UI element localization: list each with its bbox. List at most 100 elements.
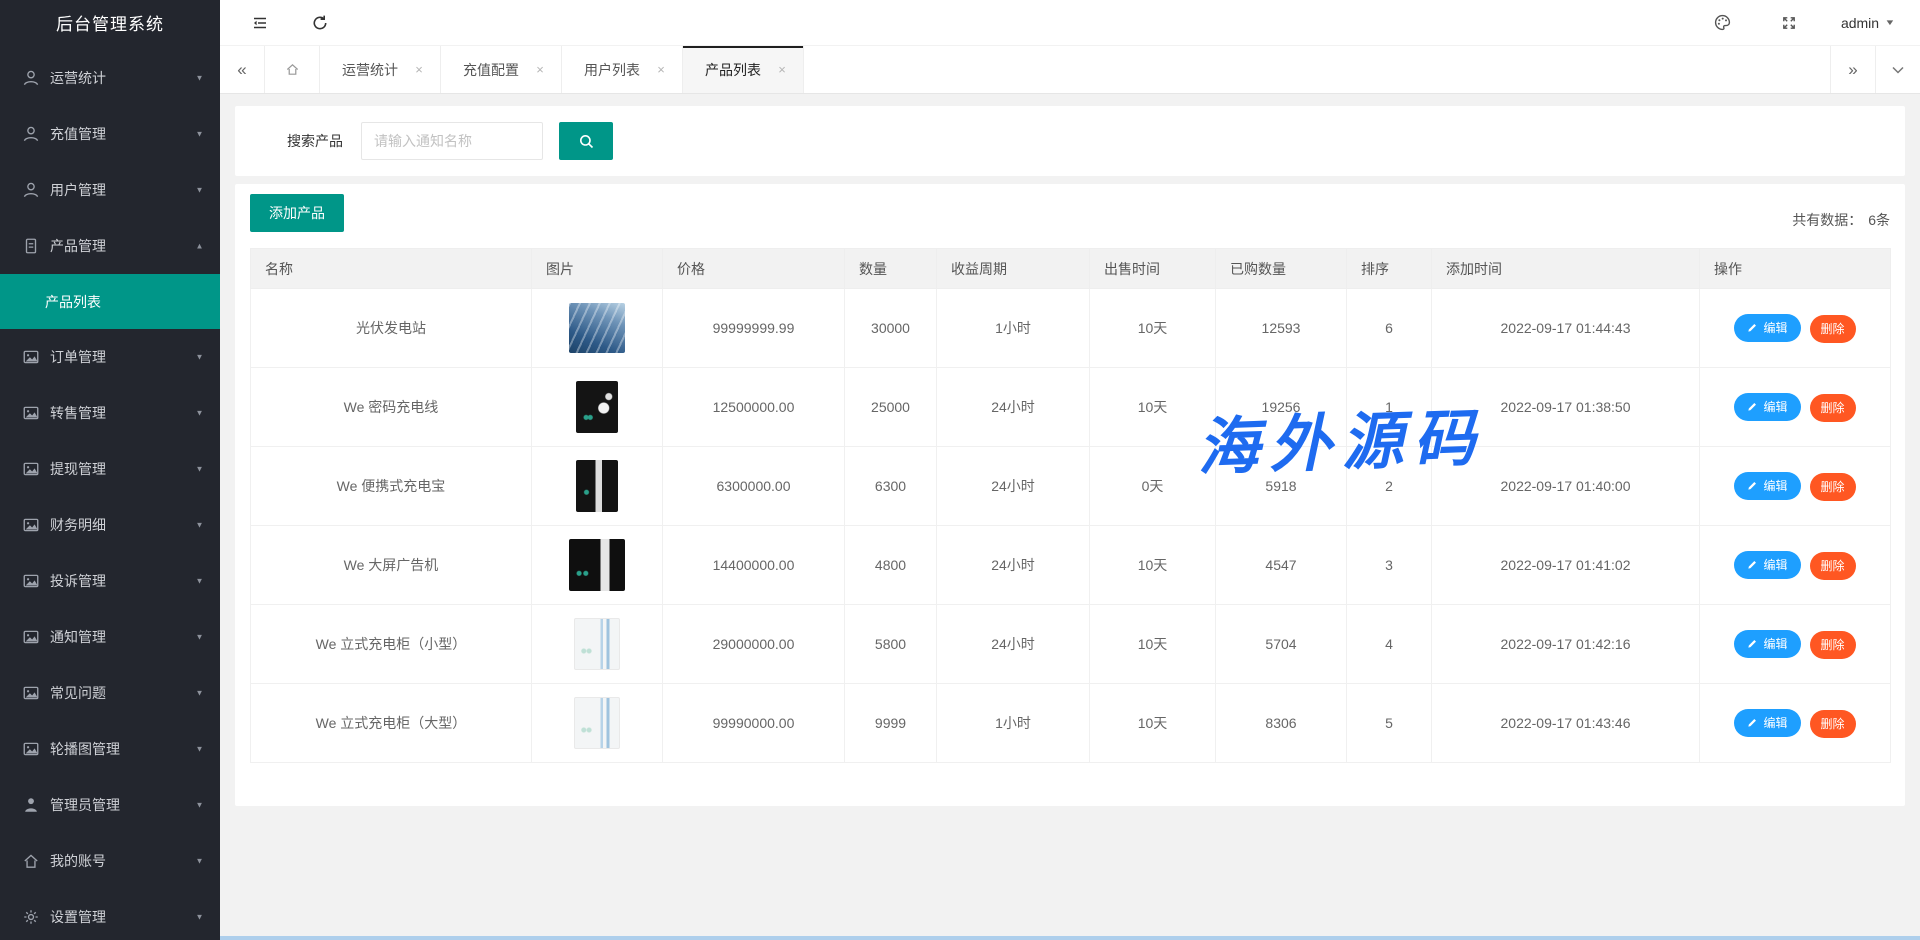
cell-quantity: 5800 [845,605,937,684]
cell-quantity: 25000 [845,368,937,447]
table-header-cell: 添加时间 [1432,249,1700,289]
cell-sale_time: 10天 [1090,368,1216,447]
delete-button[interactable]: 删除 [1810,394,1856,422]
cell-added_time: 2022-09-17 01:42:16 [1432,605,1700,684]
sidebar-item-finance-details[interactable]: 财务明细▼ [0,497,220,553]
sidebar-item-resale-management[interactable]: 转售管理▼ [0,385,220,441]
delete-button[interactable]: 删除 [1810,473,1856,501]
table-row: 光伏发电站99999999.99300001小时10天1259362022-09… [251,289,1891,368]
cell-price: 99999999.99 [663,289,845,368]
gear-icon [22,908,40,926]
edit-button[interactable]: 编辑 [1734,393,1800,421]
sidebar-item-withdraw-management[interactable]: 提现管理▼ [0,441,220,497]
sidebar-item-admin-management[interactable]: 管理员管理▼ [0,777,220,833]
delete-button[interactable]: 删除 [1810,710,1856,738]
sidebar-item-faq[interactable]: 常见问题▼ [0,665,220,721]
edit-button[interactable]: 编辑 [1734,709,1800,737]
close-icon[interactable]: × [654,62,668,77]
cell-cycle: 24小时 [937,526,1090,605]
image-icon [22,404,40,422]
sidebar-item-label: 管理员管理 [50,795,195,815]
close-icon[interactable]: × [533,62,547,77]
cell-image [532,684,663,763]
cell-sale_time: 10天 [1090,526,1216,605]
add-product-button[interactable]: 添加产品 [250,194,344,232]
edit-button[interactable]: 编辑 [1734,472,1800,500]
tab-bar: « 运营统计×充值配置×用户列表×产品列表× » [220,46,1920,94]
person-icon [22,796,40,814]
tab-item[interactable]: 产品列表 × [683,46,804,93]
cell-actions: 编辑 删除 [1700,605,1891,684]
pencil-icon [1747,401,1758,412]
sidebar-item-order-management[interactable]: 订单管理▼ [0,329,220,385]
sidebar-item-label: 运营统计 [50,68,195,88]
edit-button-label: 编辑 [1763,635,1787,652]
search-button[interactable] [559,122,613,160]
cell-sale_time: 10天 [1090,605,1216,684]
sidebar-item-product-list[interactable]: 产品列表 [0,274,220,329]
tab-item[interactable]: 用户列表× [562,46,683,93]
table-header-cell: 图片 [532,249,663,289]
cell-image [532,526,663,605]
cell-sort: 5 [1347,684,1432,763]
horizontal-scrollbar[interactable] [220,936,1920,940]
home-icon [285,62,300,77]
chevron-down-icon: ▼ [196,353,204,362]
sidebar-item-carousel-management[interactable]: 轮播图管理▼ [0,721,220,777]
chevron-down-icon: ▼ [196,633,204,642]
tabs-menu-button[interactable] [1875,46,1920,93]
user-menu[interactable]: admin ▼ [1841,15,1894,31]
product-thumbnail [569,303,625,353]
product-thumbnail [576,460,618,512]
cell-actions: 编辑删除 [1700,368,1891,447]
close-icon[interactable]: × [775,62,789,77]
sidebar-item-label: 充值管理 [50,124,195,144]
table-row: We 立式充电柜（大型）99990000.0099991小时10天8306520… [251,684,1891,763]
menu-collapse-icon[interactable] [242,5,278,41]
cell-sale_time: 10天 [1090,289,1216,368]
sidebar-item-label: 我的账号 [50,851,195,871]
sidebar-item-operation-stats[interactable]: 运营统计▼ [0,50,220,106]
sidebar-item-settings-management[interactable]: 设置管理▼ [0,889,220,940]
sidebar-item-label: 产品管理 [50,236,195,256]
sidebar-item-user-management[interactable]: 用户管理▼ [0,162,220,218]
delete-button[interactable]: 删除 [1810,631,1856,659]
tab-label: 产品列表 [705,60,761,80]
close-icon[interactable]: × [412,62,426,77]
edit-button[interactable]: 编辑 [1734,314,1800,342]
cell-added_time: 2022-09-17 01:41:02 [1432,526,1700,605]
edit-button[interactable]: 编辑 [1734,551,1800,579]
pencil-icon [1747,717,1758,728]
user-icon [22,69,40,87]
cell-sort: 6 [1347,289,1432,368]
search-input[interactable] [361,122,543,160]
sidebar-item-recharge-management[interactable]: 充值管理▼ [0,106,220,162]
sidebar-item-product-management[interactable]: 产品管理▲ [0,218,220,274]
sidebar-item-complaint-management[interactable]: 投诉管理▼ [0,553,220,609]
tab-item[interactable]: 运营统计× [320,46,441,93]
search-panel: 搜索产品 [235,106,1905,176]
table-row: We 立式充电柜（小型）29000000.00580024小时10天570442… [251,605,1891,684]
home-icon [22,852,40,870]
main-area: admin ▼ « 运营统计×充值配置×用户列表×产品列表× » 搜索产品 [220,0,1920,940]
refresh-icon[interactable] [302,5,338,41]
fullscreen-icon[interactable] [1771,5,1807,41]
edit-button[interactable]: 编辑 [1734,630,1800,658]
tab-label: 充值配置 [463,60,519,80]
tabs-scroll-right-button[interactable]: » [1830,46,1875,93]
tab-item[interactable]: 充值配置 × [441,46,562,93]
palette-icon[interactable] [1705,5,1741,41]
chevron-down-icon: ▼ [196,409,204,418]
pencil-icon [1747,322,1758,333]
tabs-scroll-left-button[interactable]: « [220,46,265,93]
delete-button[interactable]: 删除 [1810,315,1856,343]
home-tab[interactable] [265,46,320,93]
chevron-down-icon: ▼ [196,186,204,195]
cell-cycle: 1小时 [937,289,1090,368]
sidebar-item-notice-management[interactable]: 通知管理▼ [0,609,220,665]
delete-button[interactable]: 删除 [1810,552,1856,580]
cell-purchased: 5704 [1216,605,1347,684]
chevron-down-icon: ▼ [196,745,204,754]
sidebar-item-my-account[interactable]: 我的账号▼ [0,833,220,889]
cell-name: 光伏发电站 [251,289,532,368]
